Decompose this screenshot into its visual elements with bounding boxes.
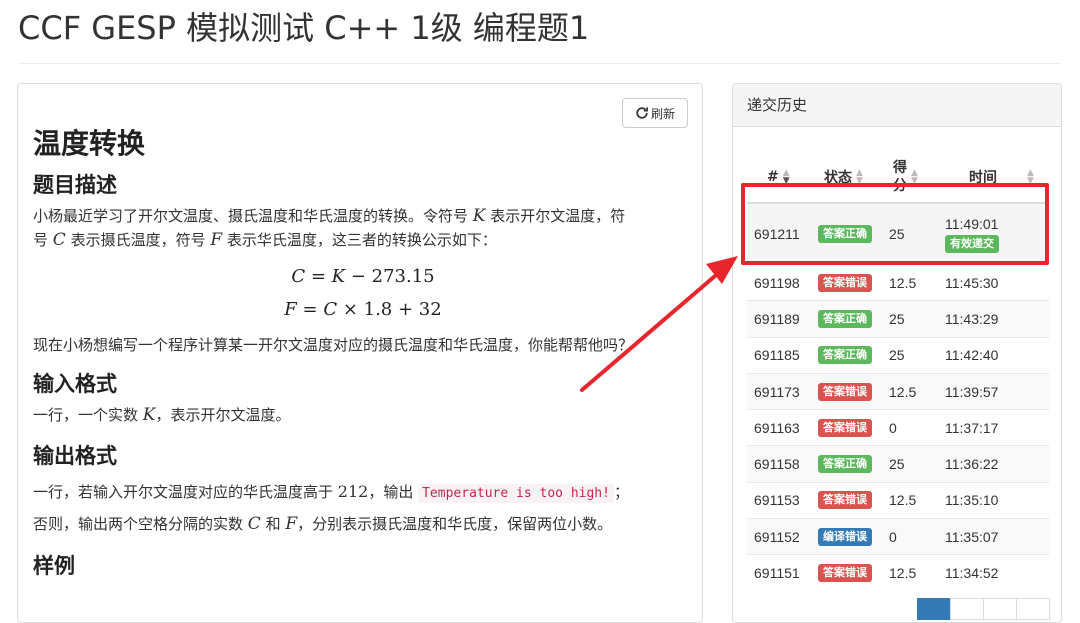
table-row[interactable]: 691189 答案正确 25 11:43:29 bbox=[747, 300, 1049, 337]
submission-id[interactable]: 691158 bbox=[754, 446, 800, 481]
score: 25 bbox=[889, 347, 905, 364]
submission-time: 11:34:52 bbox=[945, 565, 999, 582]
score: 0 bbox=[889, 528, 897, 545]
score: 25 bbox=[889, 226, 905, 242]
submission-id[interactable]: 691198 bbox=[754, 265, 800, 300]
column-status[interactable]: 状态 ▲ ▼ bbox=[824, 152, 863, 202]
history-table: # ▲ ▼ 状态 ▲ ▼ 得分 ▲ ▼ 时间 ▲ ▼ 691211 答案正确 25 11:49… bbox=[747, 152, 1049, 591]
table-body: 691211 答案正确 25 11:49:01 有效递交 691198 答案错误 12.5 11… bbox=[747, 204, 1049, 591]
score: 25 bbox=[889, 456, 905, 473]
table-row[interactable]: 691211 答案正确 25 11:49:01 有效递交 bbox=[747, 204, 1049, 264]
sort-icon: ▲ ▼ bbox=[911, 168, 918, 186]
formula-fahrenheit: F = C × 1.8 + 32 bbox=[284, 299, 442, 320]
sample-heading: 样例 bbox=[33, 554, 75, 578]
column-id[interactable]: # ▲ ▼ bbox=[767, 152, 790, 202]
submission-time: 11:35:07 bbox=[945, 528, 999, 545]
title-divider bbox=[18, 63, 1061, 64]
input-format-heading: 输入格式 bbox=[33, 372, 117, 396]
submission-id[interactable]: 691163 bbox=[754, 410, 800, 445]
submission-time: 11:43:29 bbox=[945, 310, 999, 327]
submission-id[interactable]: 691151 bbox=[754, 555, 800, 590]
score: 12.5 bbox=[889, 565, 917, 582]
pagination bbox=[917, 598, 1050, 620]
refresh-icon bbox=[636, 107, 648, 119]
output-format-text: 一行，若输入开尔文温度对应的华氏温度高于 212，输出 Temperature … bbox=[33, 482, 629, 534]
status-badge[interactable]: 答案正确 bbox=[818, 455, 872, 474]
submission-time: 11:45:30 bbox=[945, 274, 999, 291]
status-badge[interactable]: 答案错误 bbox=[818, 418, 872, 437]
sort-icon: ▲ ▼ bbox=[856, 168, 863, 186]
table-row[interactable]: 691163 答案错误 0 11:37:17 bbox=[747, 409, 1049, 445]
table-row[interactable]: 691173 答案错误 12.5 11:39:57 bbox=[747, 372, 1049, 410]
formula-celsius: C = K − 273.15 bbox=[291, 266, 435, 287]
table-row[interactable]: 691151 答案错误 12.5 11:34:52 bbox=[747, 554, 1049, 590]
table-row[interactable]: 691185 答案正确 25 11:42:40 bbox=[747, 336, 1049, 373]
submission-id[interactable]: 691189 bbox=[754, 301, 800, 336]
problem-heading: 温度转换 bbox=[33, 127, 146, 160]
table-row[interactable]: 691153 答案错误 12.5 11:35:10 bbox=[747, 481, 1049, 518]
status-badge[interactable]: 答案错误 bbox=[818, 491, 872, 510]
submission-id[interactable]: 691185 bbox=[754, 338, 800, 373]
table-row[interactable]: 691158 答案正确 25 11:36:22 bbox=[747, 445, 1049, 482]
problem-panel: 刷新 温度转换 题目描述 小杨最近学习了开尔文温度、摄氏温度和华氏温度的转换。令… bbox=[17, 83, 703, 623]
status-badge[interactable]: 编译错误 bbox=[818, 527, 872, 546]
description-text-2: 现在小杨想编写一个程序计算某一开尔文温度对应的摄氏温度和华氏温度，你能帮帮他吗？ bbox=[33, 336, 634, 354]
submission-id[interactable]: 691211 bbox=[754, 204, 800, 264]
submission-time: 11:39:57 bbox=[945, 383, 999, 400]
page-button[interactable] bbox=[950, 598, 984, 620]
submission-id[interactable]: 691173 bbox=[754, 374, 800, 409]
description-text: 小杨最近学习了开尔文温度、摄氏温度和华氏温度的转换。令符号 K 表示开尔文温度，… bbox=[33, 206, 626, 250]
sort-icon: ▲ ▼ bbox=[782, 168, 790, 186]
page-title: CCF GESP 模拟测试 C++ 1级 编程题1 bbox=[18, 9, 590, 47]
problem-content: 温度转换 题目描述 小杨最近学习了开尔文温度、摄氏温度和华氏温度的转换。令符号 … bbox=[33, 124, 693, 581]
page-button[interactable] bbox=[1016, 598, 1050, 620]
page-button[interactable] bbox=[917, 598, 951, 620]
submission-history-panel: 递交历史 # ▲ ▼ 状态 ▲ ▼ 得分 ▲ ▼ 时间 ▲ ▼ 691211 答案正确 25… bbox=[732, 83, 1062, 623]
status-badge[interactable]: 答案正确 bbox=[818, 309, 872, 328]
description-heading: 题目描述 bbox=[33, 173, 117, 197]
score: 12.5 bbox=[889, 274, 917, 291]
input-format-text: 一行，一个实数 K，表示开尔文温度。 bbox=[33, 405, 291, 425]
submission-time: 11:49:01 bbox=[945, 215, 999, 232]
column-time[interactable]: 时间 ▲ ▼ bbox=[969, 152, 1034, 202]
score: 25 bbox=[889, 310, 905, 327]
status-badge[interactable]: 答案错误 bbox=[818, 382, 872, 401]
table-row[interactable]: 691152 编译错误 0 11:35:07 bbox=[747, 518, 1049, 555]
column-score[interactable]: 得分 ▲ ▼ bbox=[893, 152, 918, 202]
submission-id[interactable]: 691153 bbox=[754, 483, 800, 518]
table-row[interactable]: 691198 答案错误 12.5 11:45:30 bbox=[747, 264, 1049, 300]
submission-time: 11:42:40 bbox=[945, 347, 999, 364]
page-button[interactable] bbox=[983, 598, 1017, 620]
status-badge[interactable]: 答案正确 bbox=[818, 225, 872, 243]
status-badge[interactable]: 答案错误 bbox=[818, 273, 872, 292]
submission-time: 11:37:17 bbox=[945, 419, 999, 436]
table-header: # ▲ ▼ 状态 ▲ ▼ 得分 ▲ ▼ 时间 ▲ ▼ bbox=[747, 152, 1049, 204]
output-code-snippet: Temperature is too high! bbox=[418, 484, 614, 503]
status-badge[interactable]: 答案正确 bbox=[818, 346, 872, 365]
score: 12.5 bbox=[889, 383, 917, 400]
submission-id[interactable]: 691152 bbox=[754, 519, 800, 554]
submission-time: 11:36:22 bbox=[945, 456, 999, 473]
score: 0 bbox=[889, 419, 897, 436]
submission-time: 11:35:10 bbox=[945, 492, 999, 509]
status-badge[interactable]: 答案错误 bbox=[818, 564, 872, 583]
history-title: 递交历史 bbox=[733, 84, 1061, 127]
output-format-heading: 输出格式 bbox=[33, 444, 117, 468]
sort-icon: ▲ ▼ bbox=[1027, 168, 1034, 186]
refresh-label: 刷新 bbox=[650, 106, 675, 121]
valid-submission-badge: 有效递交 bbox=[945, 234, 999, 253]
score: 12.5 bbox=[889, 492, 917, 509]
